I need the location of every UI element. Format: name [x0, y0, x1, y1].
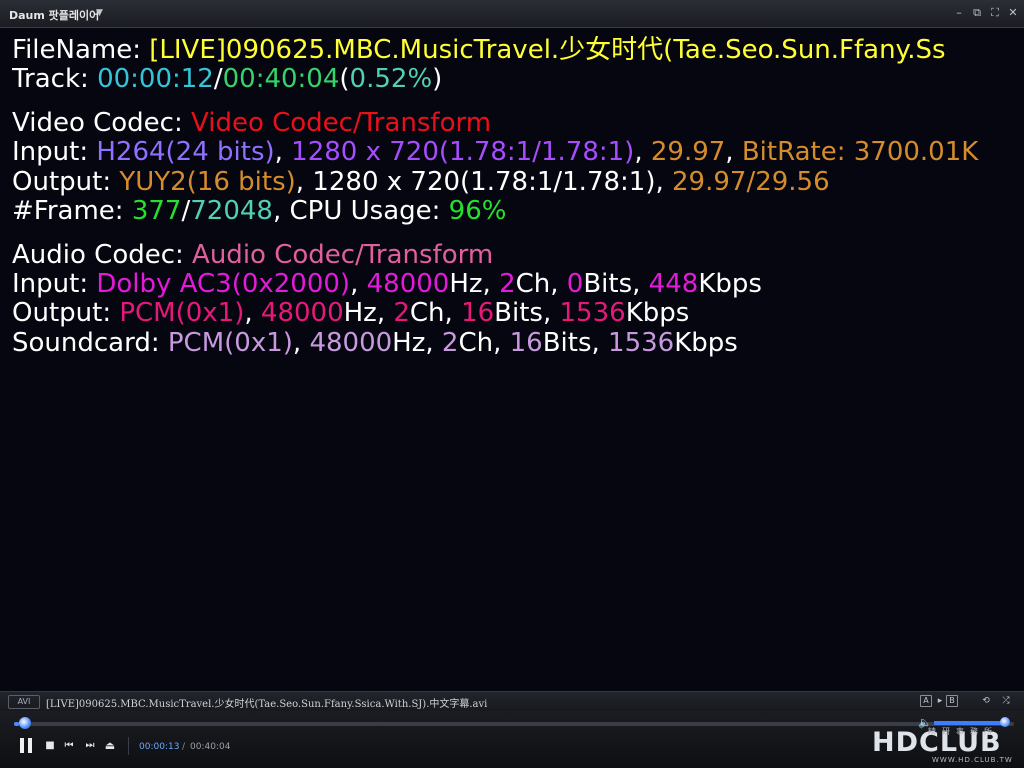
close-button[interactable]: ✕ — [1006, 6, 1020, 20]
next-button[interactable]: ⏭ — [83, 739, 97, 753]
filename-line: FileName: [LIVE]090625.MBC.MusicTravel.少… — [12, 36, 946, 65]
title-bar: Daum 팟플레이어 ▼ – ⧉ ⛶ ✕ — [0, 0, 1024, 28]
video-output-line: Output: YUY2(16 bits), 1280 x 720(1.78:1… — [12, 166, 830, 197]
track-total: 00:40:04 — [222, 64, 340, 95]
repeat-icon[interactable]: ⟲ — [980, 695, 992, 707]
time-separator: / — [182, 742, 186, 752]
pause-button[interactable] — [18, 737, 36, 755]
restore-button[interactable]: ⧉ — [970, 6, 984, 20]
volume-level — [934, 721, 1005, 725]
video-input-line: Input: H264(24 bits), 1280 x 720(1.78:1/… — [12, 137, 979, 168]
video-codec-value: Video Codec/Transform — [191, 108, 492, 139]
frame-line: #Frame: 377/72048, CPU Usage: 96% — [12, 195, 507, 226]
divider — [128, 737, 129, 755]
soundcard-line: Soundcard: PCM(0x1), 48000Hz, 2Ch, 16Bit… — [12, 327, 738, 358]
track-line: Track: 00:00:12/00:40:04(0.52%) — [12, 64, 443, 95]
current-time: 00:00:13 — [139, 742, 180, 752]
bitrate-value: 3700.01K — [853, 137, 979, 168]
video-area[interactable]: FileName: [LIVE]090625.MBC.MusicTravel.少… — [0, 28, 1024, 691]
cpu-usage-value: 96% — [448, 195, 507, 226]
fullscreen-button[interactable]: ⛶ — [988, 6, 1002, 20]
menu-caret-icon[interactable]: ▼ — [96, 8, 103, 18]
track-percent: 0.52% — [349, 64, 433, 95]
hdclub-watermark: HDCLUB 精研事務所 WWW.HD.CLUB.TW — [872, 727, 1013, 764]
seek-handle[interactable] — [19, 717, 32, 729]
audio-input-line: Input: Dolby AC3(0x2000), 48000Hz, 2Ch, … — [12, 269, 762, 300]
ab-repeat-a-icon[interactable]: A — [920, 695, 932, 707]
ab-arrow-icon: ▸ — [937, 696, 943, 706]
volume-handle[interactable] — [1000, 717, 1010, 727]
file-info-bar: AVI [LIVE]090625.MBC.MusicTravel.少女时代(Ta… — [0, 691, 1024, 711]
volume-slider[interactable] — [934, 721, 1008, 725]
audio-codec-value: Audio Codec/Transform — [192, 239, 494, 270]
app-title[interactable]: Daum 팟플레이어 — [9, 7, 99, 23]
seek-bar[interactable] — [14, 722, 1014, 726]
eject-button[interactable]: ⏏ — [103, 739, 117, 753]
video-codec-line: Video Codec: Video Codec/Transform — [12, 108, 492, 139]
audio-codec-line: Audio Codec: Audio Codec/Transform — [12, 239, 494, 270]
playing-filename: [LIVE]090625.MBC.MusicTravel.少女时代(Tae.Se… — [46, 699, 488, 710]
total-time: 00:40:04 — [190, 742, 231, 752]
audio-output-line: Output: PCM(0x1), 48000Hz, 2Ch, 16Bits, … — [12, 298, 690, 329]
previous-button[interactable]: ⏮ — [62, 739, 76, 753]
pause-icon — [20, 738, 24, 753]
track-current: 00:00:12 — [97, 64, 214, 95]
format-badge[interactable]: AVI — [8, 695, 40, 709]
filename-value: [LIVE]090625.MBC.MusicTravel.少女时代(Tae.Se… — [149, 36, 946, 65]
control-bar: ■ ⏮ ⏭ ⏏ 00:00:13 / 00:40:04 🔈 HDCLUB 精研事… — [0, 711, 1024, 768]
info-overlay: FileName: [LIVE]090625.MBC.MusicTravel.少… — [12, 36, 1017, 358]
stop-button[interactable]: ■ — [44, 739, 56, 753]
shuffle-icon[interactable]: ⤮ — [1000, 695, 1012, 707]
ab-repeat-b-icon[interactable]: B — [946, 695, 958, 707]
minimize-button[interactable]: – — [952, 6, 966, 20]
